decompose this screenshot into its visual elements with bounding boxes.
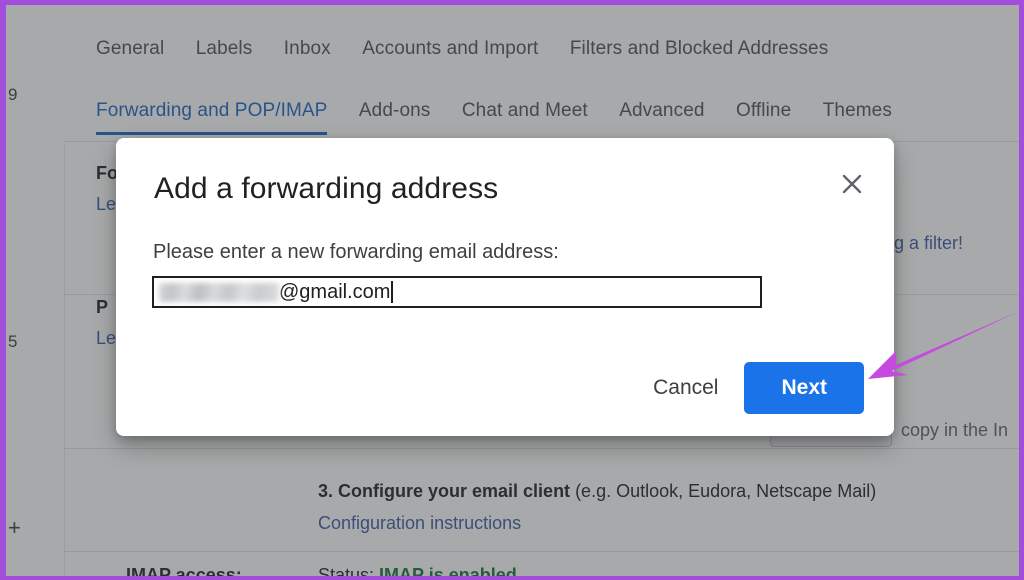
settings-divider-4 [64, 551, 1019, 552]
text-caret [391, 281, 394, 303]
gutter-plus-symbol: + [8, 515, 21, 540]
gutter-number-2: 5 [8, 332, 18, 351]
tab-accounts-and-import[interactable]: Accounts and Import [362, 38, 538, 60]
dialog-title: Add a forwarding address [154, 172, 499, 205]
step-3-heading: 3. Configure your email client (e.g. Out… [318, 481, 876, 502]
settings-tabs-row-1: General Labels Inbox Accounts and Import… [96, 38, 855, 60]
tab-add-ons[interactable]: Add-ons [359, 100, 430, 122]
tab-filters-and-blocked-addresses[interactable]: Filters and Blocked Addresses [570, 38, 828, 60]
tab-themes[interactable]: Themes [823, 100, 892, 122]
tab-inbox[interactable]: Inbox [284, 38, 331, 60]
tab-advanced[interactable]: Advanced [619, 100, 704, 122]
imap-status-prefix: Status: [318, 565, 380, 576]
forwarding-email-input[interactable]: @gmail.com [152, 276, 762, 308]
forwarding-learn-more-link[interactable]: Le [96, 194, 116, 215]
redacted-username-blur [159, 282, 279, 302]
step-3-rest-text: (e.g. Outlook, Eudora, Netscape Mail) [570, 481, 877, 501]
screenshot-frame: 9 5 + General Labels Inbox Accounts and … [0, 0, 1024, 580]
tab-forwarding-and-pop-imap[interactable]: Forwarding and POP/IMAP [96, 100, 328, 135]
imap-status: Status: IMAP is enabled [318, 565, 517, 576]
step-3-bold-text: 3. Configure your email client [318, 481, 571, 501]
tab-chat-and-meet[interactable]: Chat and Meet [462, 100, 588, 122]
pop-learn-more-link[interactable]: Le [96, 328, 116, 349]
filter-fragment-link[interactable]: g a filter! [894, 233, 963, 254]
next-button[interactable]: Next [744, 362, 864, 414]
tab-offline[interactable]: Offline [736, 100, 791, 122]
add-forwarding-address-dialog: Add a forwarding address Please enter a … [116, 138, 894, 436]
cancel-button[interactable]: Cancel [635, 365, 736, 411]
configuration-instructions-link[interactable]: Configuration instructions [318, 513, 521, 534]
copy-in-inbox-fragment: copy in the In [901, 420, 1009, 440]
close-icon[interactable] [834, 166, 870, 202]
dialog-action-bar: Cancel Next [635, 362, 864, 414]
gutter-number-1: 9 [8, 85, 18, 104]
forwarding-row-label: Fo [96, 163, 118, 183]
settings-tabs-row-2: Forwarding and POP/IMAP Add-ons Chat and… [96, 100, 919, 135]
imap-status-value: IMAP is enabled [379, 565, 517, 576]
forwarding-email-input-value: @gmail.com [279, 281, 391, 303]
dialog-prompt-label: Please enter a new forwarding email addr… [153, 241, 559, 263]
settings-divider-3 [64, 448, 1019, 449]
imap-access-label: IMAP access: [126, 565, 242, 576]
tab-general[interactable]: General [96, 38, 164, 60]
tab-labels[interactable]: Labels [196, 38, 253, 60]
settings-column-divider [64, 145, 65, 576]
pop-download-row-label: P [96, 297, 109, 317]
